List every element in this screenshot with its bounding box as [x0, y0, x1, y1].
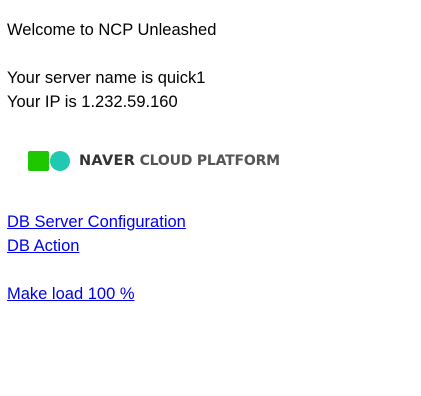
make-load-link[interactable]: Make load 100 %	[7, 285, 135, 303]
logo-mark-icon	[28, 151, 70, 171]
logo-wordmark: NAVER CLOUD PLATFORM	[79, 149, 280, 173]
naver-cloud-platform-logo: NAVER CLOUD PLATFORM	[7, 140, 421, 182]
db-action-link[interactable]: DB Action	[7, 237, 79, 255]
db-server-configuration-link[interactable]: DB Server Configuration	[7, 213, 186, 231]
logo-word-naver: NAVER	[79, 153, 136, 169]
welcome-text: Welcome to NCP Unleashed	[7, 21, 217, 39]
server-name-text: Your server name is quick1	[7, 69, 206, 87]
page: Welcome to NCP Unleashed Your server nam…	[0, 0, 421, 306]
logo-circle-icon	[50, 151, 70, 171]
logo-word-cloud-platform: CLOUD PLATFORM	[139, 153, 281, 169]
logo-square-icon	[28, 151, 49, 171]
ip-address-text: Your IP is 1.232.59.160	[7, 93, 178, 111]
